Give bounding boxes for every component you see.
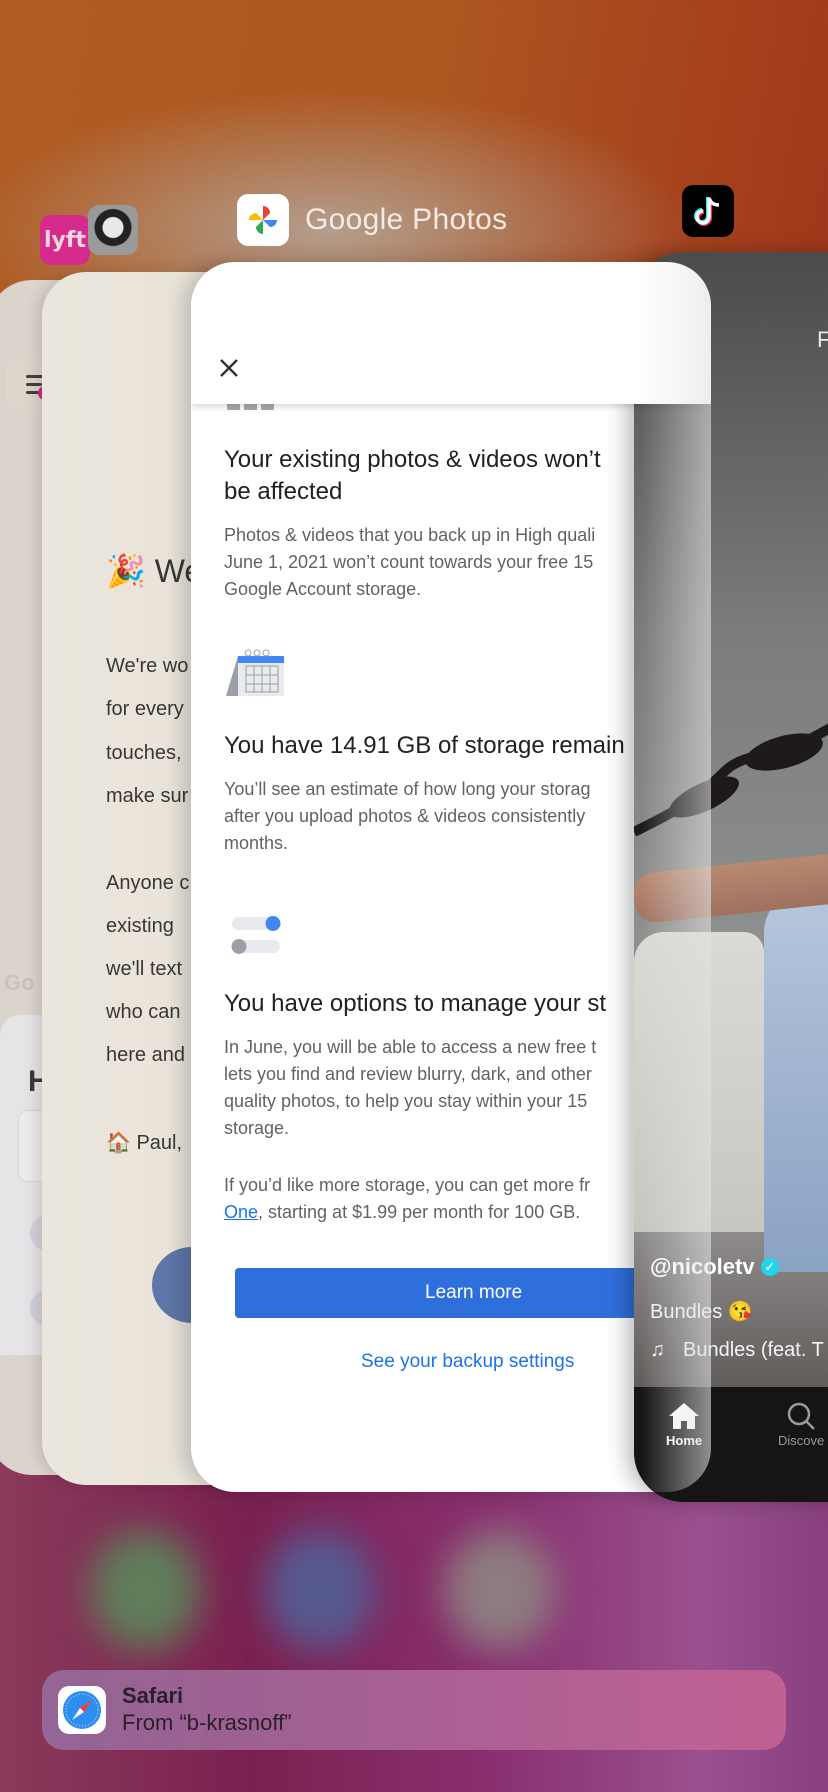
more-storage-text: If you’d like more storage, you can get … [224,1175,591,1195]
search-icon [787,1402,816,1430]
toggle-settings-icon [231,916,281,954]
section-body: June 1, 2021 won’t count towards your fr… [224,552,594,572]
close-icon[interactable] [217,356,241,380]
dock-icon-blurred [265,1530,375,1650]
focused-app-name: Google Photos [305,203,508,236]
lyft-icon[interactable]: lyft [40,215,90,265]
video-hair [634,723,828,837]
welcome-line: who can [106,1001,181,1023]
welcome-line: we'll text [106,958,183,980]
section-body: months. [224,833,289,853]
feed-tab-partial[interactable]: F [817,327,828,353]
section-body: Google Account storage. [224,579,422,599]
section-body: quality photos, to help you stay within … [224,1091,588,1111]
welcome-line: existing [106,915,174,937]
bottom-nav: Home Discove [634,1387,828,1502]
welcome-line: for every [106,698,184,720]
section-heading: You have options to manage your st [224,990,607,1017]
notification-banner[interactable]: Safari From “b-krasnoff” [42,1670,786,1750]
section-body: Photos & videos that you back up in High… [224,525,596,545]
nav-discover[interactable]: Discove [778,1401,824,1448]
video-couch [634,932,764,1232]
creator-username[interactable]: @nicoletv ✓ [650,1254,779,1280]
dock-icon-blurred [90,1530,200,1650]
google-photos-icon [237,194,289,246]
photo-grid-icon [227,404,274,410]
safari-icon [58,1686,106,1734]
kissing-emoji-icon: 😘 [727,1301,753,1323]
section-body: storage. [224,1118,290,1138]
top-bar [191,262,711,404]
welcome-title: 🎉 We [106,553,203,589]
portrait-avatar-icon[interactable] [88,205,138,255]
welcome-line: touches, [106,742,182,764]
calendar-icon [226,649,284,696]
notification-title: Safari [122,1683,184,1708]
music-note-icon: ♫ [650,1339,665,1361]
home-icon [669,1403,700,1429]
video-jeans [764,892,828,1272]
notification-subtitle: From “b-krasnoff” [122,1710,292,1735]
more-storage-text-2: One, starting at $1.99 per month for 100… [224,1202,581,1222]
welcome-line: make sur [106,785,189,807]
partial-logo: Go [4,970,35,995]
section-heading: be affected [224,478,343,505]
welcome-line: We're wo [106,655,189,677]
section-body: lets you find and review blurry, dark, a… [224,1064,592,1084]
video-caption: Bundles 😘 [650,1301,753,1323]
party-popper-icon: 🎉 [106,553,146,589]
section-body: after you upload photos & videos consist… [224,806,586,826]
verified-badge-icon: ✓ [760,1258,779,1276]
house-icon: 🏠 [106,1132,131,1154]
tiktok-icon[interactable] [682,185,734,237]
welcome-line: here and [106,1044,185,1066]
welcome-line: Anyone c [106,872,190,894]
dock-icon-blurred [445,1530,555,1650]
section-body: In June, you will be able to access a ne… [224,1037,597,1057]
section-body: You’ll see an estimate of how long your … [224,779,591,799]
music-ticker[interactable]: ♫ Bundles (feat. T [650,1339,824,1362]
google-one-link[interactable]: One [224,1202,258,1222]
focused-app-label[interactable]: Google Photos [237,194,507,246]
nav-home[interactable]: Home [666,1401,702,1448]
backup-settings-button[interactable]: See your backup settings [361,1351,574,1373]
section-heading: Your existing photos & videos won’t [224,446,601,473]
section-heading: You have 14.91 GB of storage remain [224,732,625,759]
signature: 🏠 Paul, [106,1132,183,1154]
app-card-tiktok[interactable]: F @nicoletv ✓ Bundles 😘 ♫ Bundles (feat.… [634,252,828,1502]
app-card-google-photos[interactable]: Your existing photos & videos won’t be a… [191,262,711,1492]
